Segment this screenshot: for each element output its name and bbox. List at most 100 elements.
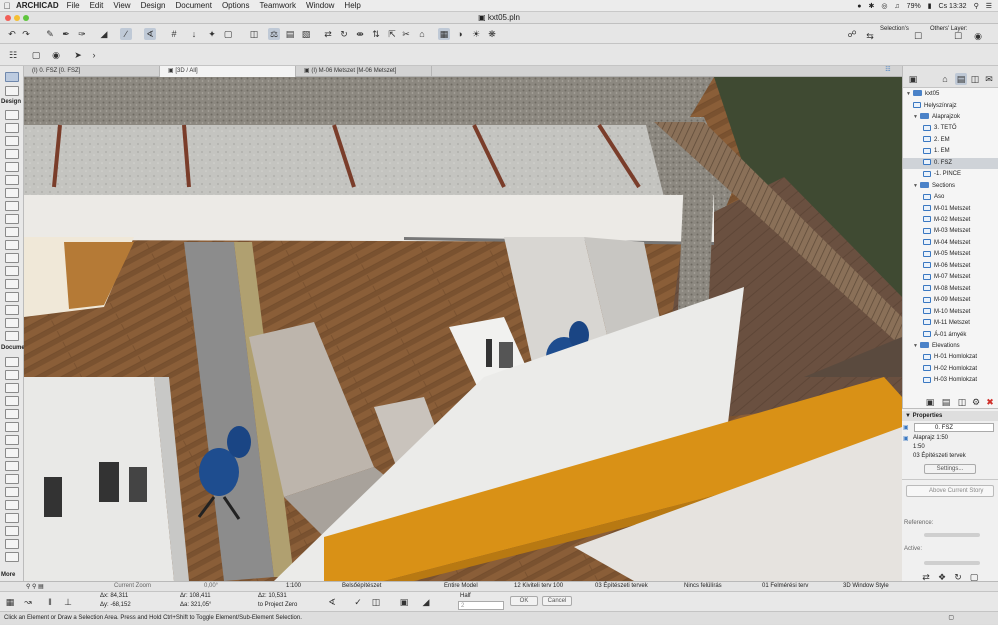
- redo-icon[interactable]: ↷: [20, 28, 32, 40]
- info-box-icon[interactable]: ☷: [6, 49, 20, 61]
- mesh-tool[interactable]: [5, 305, 19, 315]
- edit-plane-icon[interactable]: ◢: [420, 596, 432, 608]
- settings-button[interactable]: Settings...: [924, 464, 976, 474]
- worksheet-tool[interactable]: [5, 513, 19, 523]
- nav-item[interactable]: Helyszínrajz: [903, 101, 998, 112]
- arrow-selection-icon[interactable]: ▢: [30, 49, 42, 61]
- roof-tool[interactable]: [5, 240, 19, 250]
- curtain-wall-tool[interactable]: [5, 266, 19, 276]
- active-slider[interactable]: [924, 561, 980, 565]
- delta-x[interactable]: Δx: 84,311: [100, 593, 128, 599]
- snap-guides-icon[interactable]: ∢: [326, 596, 338, 608]
- pet-palette-icon[interactable]: ✎: [44, 28, 56, 40]
- menu-document[interactable]: Document: [175, 1, 211, 10]
- menu-teamwork[interactable]: Teamwork: [260, 1, 296, 10]
- trace-icon[interactable]: ◢: [98, 28, 110, 40]
- zoom-icons[interactable]: ⚲ ⚲ ▤: [26, 583, 44, 590]
- trace-reference-dropdown[interactable]: Above Current Story: [906, 485, 994, 497]
- marquee-tool[interactable]: [5, 86, 19, 96]
- delta-r[interactable]: Δr: 108,411: [180, 593, 211, 599]
- delta-z[interactable]: Δz: 10,531: [258, 593, 287, 599]
- ok-button[interactable]: OK: [510, 596, 538, 606]
- nav-item[interactable]: Aso: [903, 192, 998, 203]
- nav-item[interactable]: ▼ Sections: [903, 181, 998, 192]
- story-field[interactable]: 0. FSZ: [914, 423, 994, 432]
- render-icon[interactable]: ☀: [470, 28, 482, 40]
- notification-icon[interactable]: ☰: [986, 2, 992, 10]
- nav-item[interactable]: H-03 Homlokzat: [903, 375, 998, 386]
- search-icon[interactable]: ⚲: [974, 2, 979, 10]
- battery-icon[interactable]: ▮: [928, 2, 932, 10]
- reference-slider[interactable]: [924, 533, 980, 537]
- interior-elevation-tool[interactable]: [5, 500, 19, 510]
- navigator-pin-icon[interactable]: ▣: [907, 73, 919, 85]
- nav-item[interactable]: M-02 Metszet: [903, 215, 998, 226]
- detail-tool[interactable]: [5, 526, 19, 536]
- nav-delete-icon[interactable]: ✖: [984, 396, 996, 408]
- nav-item[interactable]: M-08 Metszet: [903, 284, 998, 295]
- bluetooth-icon[interactable]: ✱: [868, 2, 874, 10]
- resize-icon[interactable]: ⇱: [386, 28, 398, 40]
- menu-design[interactable]: Design: [141, 1, 166, 10]
- nav-item[interactable]: M-07 Metszet: [903, 272, 998, 283]
- cancel-button[interactable]: Cancel: [542, 596, 572, 606]
- nav-item[interactable]: H-02 Homlokzat: [903, 364, 998, 375]
- send-receive-icon[interactable]: ⇆: [864, 30, 876, 42]
- nav-item[interactable]: 0. FSZ: [903, 157, 998, 170]
- layer-icon[interactable]: ◫: [248, 28, 260, 40]
- nav-item[interactable]: M-11 Metszet: [903, 318, 998, 329]
- selection-reserve-icon[interactable]: ☐: [912, 30, 924, 42]
- snap-point-icon[interactable]: ▣: [398, 596, 410, 608]
- nav-item[interactable]: H-01 Homlokzat: [903, 352, 998, 363]
- nav-item[interactable]: M-01 Metszet: [903, 204, 998, 215]
- check-icon[interactable]: ✓: [352, 596, 364, 608]
- nav-item[interactable]: M-09 Metszet: [903, 295, 998, 306]
- nav-item[interactable]: 1. EM: [903, 146, 998, 157]
- section-tool[interactable]: [5, 474, 19, 484]
- pen-tool[interactable]: [5, 331, 19, 341]
- gravity-icon[interactable]: ↓: [188, 28, 200, 40]
- change-tool[interactable]: [5, 539, 19, 549]
- guide-lines-icon[interactable]: ∕: [120, 28, 132, 40]
- skylight-tool[interactable]: [5, 279, 19, 289]
- window-tool[interactable]: [5, 149, 19, 159]
- angle-value[interactable]: 0,00°: [204, 583, 218, 589]
- nav-item[interactable]: Á-01 árnyék: [903, 330, 998, 341]
- undo-icon[interactable]: ↶: [6, 28, 18, 40]
- wall-tool[interactable]: [5, 110, 19, 120]
- rotate-icon[interactable]: ↻: [338, 28, 350, 40]
- eyedropper-icon[interactable]: ✒: [60, 28, 72, 40]
- tab-list-icon[interactable]: ☷: [878, 66, 898, 77]
- drawing-tool[interactable]: [5, 461, 19, 471]
- override-dropdown[interactable]: Nincs felülírás: [684, 583, 722, 589]
- grid-snap-icon[interactable]: #: [168, 28, 180, 40]
- pointer-icon[interactable]: ➤: [72, 49, 84, 61]
- half-value-field[interactable]: 2: [458, 601, 504, 610]
- nav-item[interactable]: 3. TETŐ: [903, 123, 998, 134]
- reserve-icon[interactable]: ☍: [846, 28, 858, 40]
- tab-3d[interactable]: ▣ [3D / All]: [160, 66, 296, 77]
- more-arrow-icon[interactable]: ›: [88, 49, 100, 61]
- project-map-icon[interactable]: ⌂: [939, 73, 951, 85]
- menu-file[interactable]: File: [67, 1, 80, 10]
- elevate-icon[interactable]: ⇅: [370, 28, 382, 40]
- snap-guide-icon[interactable]: ∢: [144, 28, 156, 40]
- nav-item[interactable]: -1. PINCE: [903, 169, 998, 180]
- view-map-icon[interactable]: ▤: [955, 73, 967, 85]
- layer-combination-dropdown[interactable]: Belsőépítészet: [342, 583, 381, 589]
- scale-dropdown[interactable]: 1:100: [286, 583, 301, 589]
- morph-tool[interactable]: [5, 292, 19, 302]
- menu-options[interactable]: Options: [222, 1, 250, 10]
- railing-tool[interactable]: [5, 227, 19, 237]
- more-section-label[interactable]: More: [1, 572, 15, 578]
- explode-icon[interactable]: ❋: [486, 28, 498, 40]
- perpendicular-icon[interactable]: ⊥: [62, 596, 74, 608]
- nav-item[interactable]: ▼ Elevations: [903, 341, 998, 352]
- resize-grip-icon[interactable]: ▢: [948, 612, 954, 625]
- expand-icon[interactable]: ▼: [913, 181, 920, 192]
- menu-window[interactable]: Window: [306, 1, 334, 10]
- model-view-dropdown[interactable]: Entire Model: [444, 583, 478, 589]
- stair-tool[interactable]: [5, 214, 19, 224]
- door-tool[interactable]: [5, 162, 19, 172]
- expand-icon[interactable]: ▼: [906, 89, 913, 100]
